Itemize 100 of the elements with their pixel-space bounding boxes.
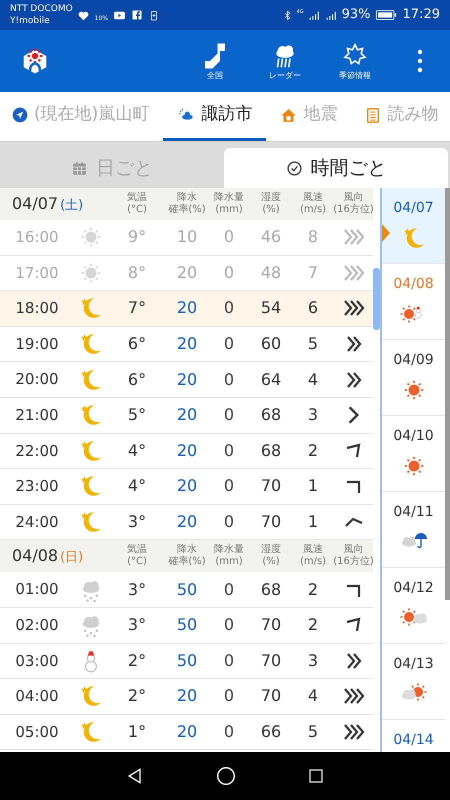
table-cell-text: 0 xyxy=(222,297,236,320)
day-date: 04/07 xyxy=(393,199,434,218)
column-unit: (%) xyxy=(262,204,280,216)
table-cell-text: 0 xyxy=(222,685,236,708)
social-icon xyxy=(131,9,144,21)
table-cell-text: 2 xyxy=(306,578,320,601)
time-cell-text: 02:00 xyxy=(14,614,60,636)
heart-icon xyxy=(76,8,90,22)
column-header: 降水量 xyxy=(214,544,244,556)
recents-icon[interactable] xyxy=(307,767,325,785)
time-cell-text: 20:00 xyxy=(14,369,60,390)
table-cell-text: 50 xyxy=(176,578,198,601)
table-cell-text: 70 xyxy=(260,475,282,498)
weekday-label: (日) xyxy=(60,549,84,568)
table-cell-text: 8° xyxy=(126,262,148,284)
table-cell-text: 0 xyxy=(222,650,236,672)
table-cell-text: 6° xyxy=(126,333,148,356)
column-header: 降水量 xyxy=(214,192,244,204)
table-cell-text: 20 xyxy=(176,404,198,426)
day-list-item[interactable]: 04/07 xyxy=(382,188,445,264)
table-cell-text: 1° xyxy=(126,721,148,744)
table-cell-text: 0 xyxy=(222,721,236,744)
time-cell-text: 05:00 xyxy=(14,722,60,743)
time-cell-text: 22:00 xyxy=(14,440,60,462)
column-unit: (mm) xyxy=(215,556,243,568)
table-cell-text: 64 xyxy=(260,368,282,391)
table-cell-text: 70 xyxy=(260,685,282,708)
table-cell-text: 0 xyxy=(222,333,236,356)
table-cell-text: 20 xyxy=(176,721,198,744)
table-cell-text: 0 xyxy=(222,440,236,462)
table-cell-text: 2° xyxy=(126,650,148,672)
table-cell-text: 0 xyxy=(222,226,236,248)
column-header: 湿度 xyxy=(261,192,281,204)
calendar-icon xyxy=(71,160,88,176)
table-cell-text: 68 xyxy=(260,404,282,426)
table-cell-text: 46 xyxy=(260,226,282,248)
table-cell-text: 1 xyxy=(306,511,320,534)
table-cell-text: 6 xyxy=(306,297,320,320)
column-header: 気温 xyxy=(127,192,147,204)
more-icon xyxy=(416,49,424,73)
column-unit: (16方位) xyxy=(333,556,374,568)
table-cell-text: 20 xyxy=(176,297,198,320)
date-heading: 04/08 xyxy=(12,545,58,568)
table-cell-text: 70 xyxy=(260,650,282,672)
toolbar-button[interactable]: 季節情報 xyxy=(320,41,390,81)
table-cell-text: 20 xyxy=(176,440,198,462)
table-cell-text: 3° xyxy=(126,614,148,636)
table-cell-text: 48 xyxy=(260,262,282,284)
column-unit: (°C) xyxy=(127,556,147,568)
time-cell-text: 18:00 xyxy=(14,298,60,320)
table-cell-text: 20 xyxy=(176,262,198,284)
table-cell-text: 2 xyxy=(306,440,320,462)
table-cell-text: 7 xyxy=(306,262,320,284)
table-cell-text: 0 xyxy=(222,475,236,498)
toolbar-button[interactable]: 全国 xyxy=(180,41,250,81)
toolbar-button[interactable]: レーダー xyxy=(250,41,320,81)
signal-icon xyxy=(308,8,321,22)
table-cell-text: 8 xyxy=(306,226,320,248)
column-header: 気温 xyxy=(127,544,147,556)
table-cell-text: 3° xyxy=(126,578,148,601)
battery-percent: 93% xyxy=(342,6,371,24)
column-header: 降水 xyxy=(177,544,197,556)
scrollbar[interactable] xyxy=(445,188,450,600)
scroll-thumb[interactable] xyxy=(373,268,380,330)
table-cell-text: 2° xyxy=(126,685,148,708)
time-cell-text: 23:00 xyxy=(14,476,60,498)
table-cell-text: 54 xyxy=(260,297,282,320)
day-date: 04/08 xyxy=(393,275,434,294)
table-cell-text: 6° xyxy=(126,368,148,391)
table-cell-text: 68 xyxy=(260,440,282,462)
document-icon xyxy=(365,106,382,124)
battery-icon xyxy=(374,8,397,22)
table-cell-text: 3 xyxy=(306,404,320,426)
day-date: 04/12 xyxy=(393,579,434,598)
table-cell-text: 4° xyxy=(126,440,148,462)
time-cell-text: 24:00 xyxy=(14,512,60,533)
table-cell-text: 66 xyxy=(260,721,282,744)
column-unit: (16方位) xyxy=(333,204,374,216)
weekday-label: (土) xyxy=(60,197,84,215)
home-icon[interactable] xyxy=(215,765,237,787)
video-icon xyxy=(113,8,126,22)
time-cell-text: 19:00 xyxy=(14,334,60,355)
column-header: 風向 xyxy=(344,192,364,204)
time-cell-text: 16:00 xyxy=(14,227,60,248)
table-cell-text: 5 xyxy=(306,721,320,744)
table-cell-text: 0 xyxy=(222,262,236,284)
view-toggle-tab[interactable]: 時間ごと xyxy=(224,148,448,188)
table-cell-text: 20 xyxy=(176,475,198,498)
table-cell-text: 1 xyxy=(306,475,320,498)
table-cell-text: 70 xyxy=(260,511,282,534)
day-date: 04/11 xyxy=(393,503,434,522)
table-cell-text: 10 xyxy=(176,226,198,248)
signal-icon xyxy=(324,8,338,22)
table-cell-text: 4 xyxy=(306,368,320,391)
carrier-name: NTT DOCOMO xyxy=(10,3,73,15)
table-cell-text: 60 xyxy=(260,333,282,356)
day-date: 04/13 xyxy=(393,655,434,674)
house-icon xyxy=(280,106,298,124)
table-cell-text: 5° xyxy=(126,404,148,426)
time-cell-text: 17:00 xyxy=(14,262,60,284)
